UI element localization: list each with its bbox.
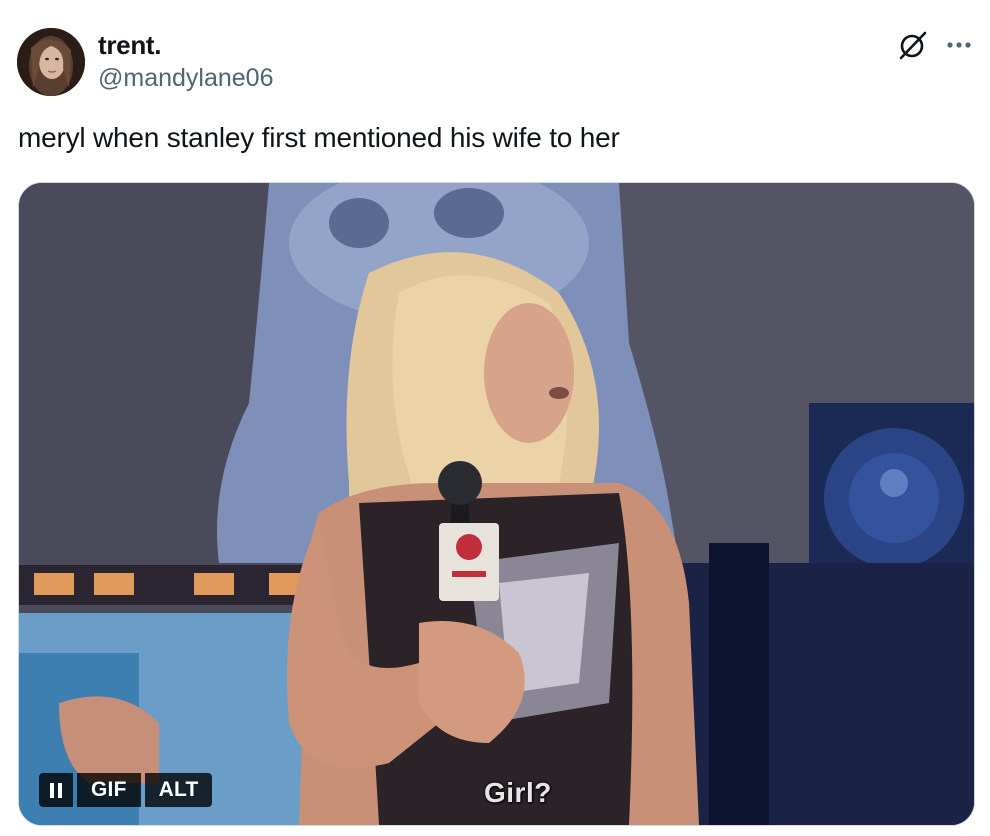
gif-badge: GIF [77,773,141,807]
media-controls: GIF ALT [39,773,213,807]
user-handle[interactable]: @mandylane06 [98,64,274,93]
alt-text-button[interactable]: ALT [144,773,213,807]
gif-caption: Girl? [484,777,552,808]
gif-frame [19,183,974,825]
display-name[interactable]: trent. [98,30,162,61]
tweet-text: meryl when stanley first mentioned his w… [18,122,620,153]
gif-media[interactable]: Girl? GIF ALT [18,182,975,826]
pause-icon[interactable] [39,773,73,807]
tweet: trent. @mandylane06 meryl when stanley f… [0,0,990,836]
avatar[interactable] [17,28,85,96]
grok-icon[interactable] [897,29,929,61]
more-horizontal-icon[interactable] [944,32,974,58]
